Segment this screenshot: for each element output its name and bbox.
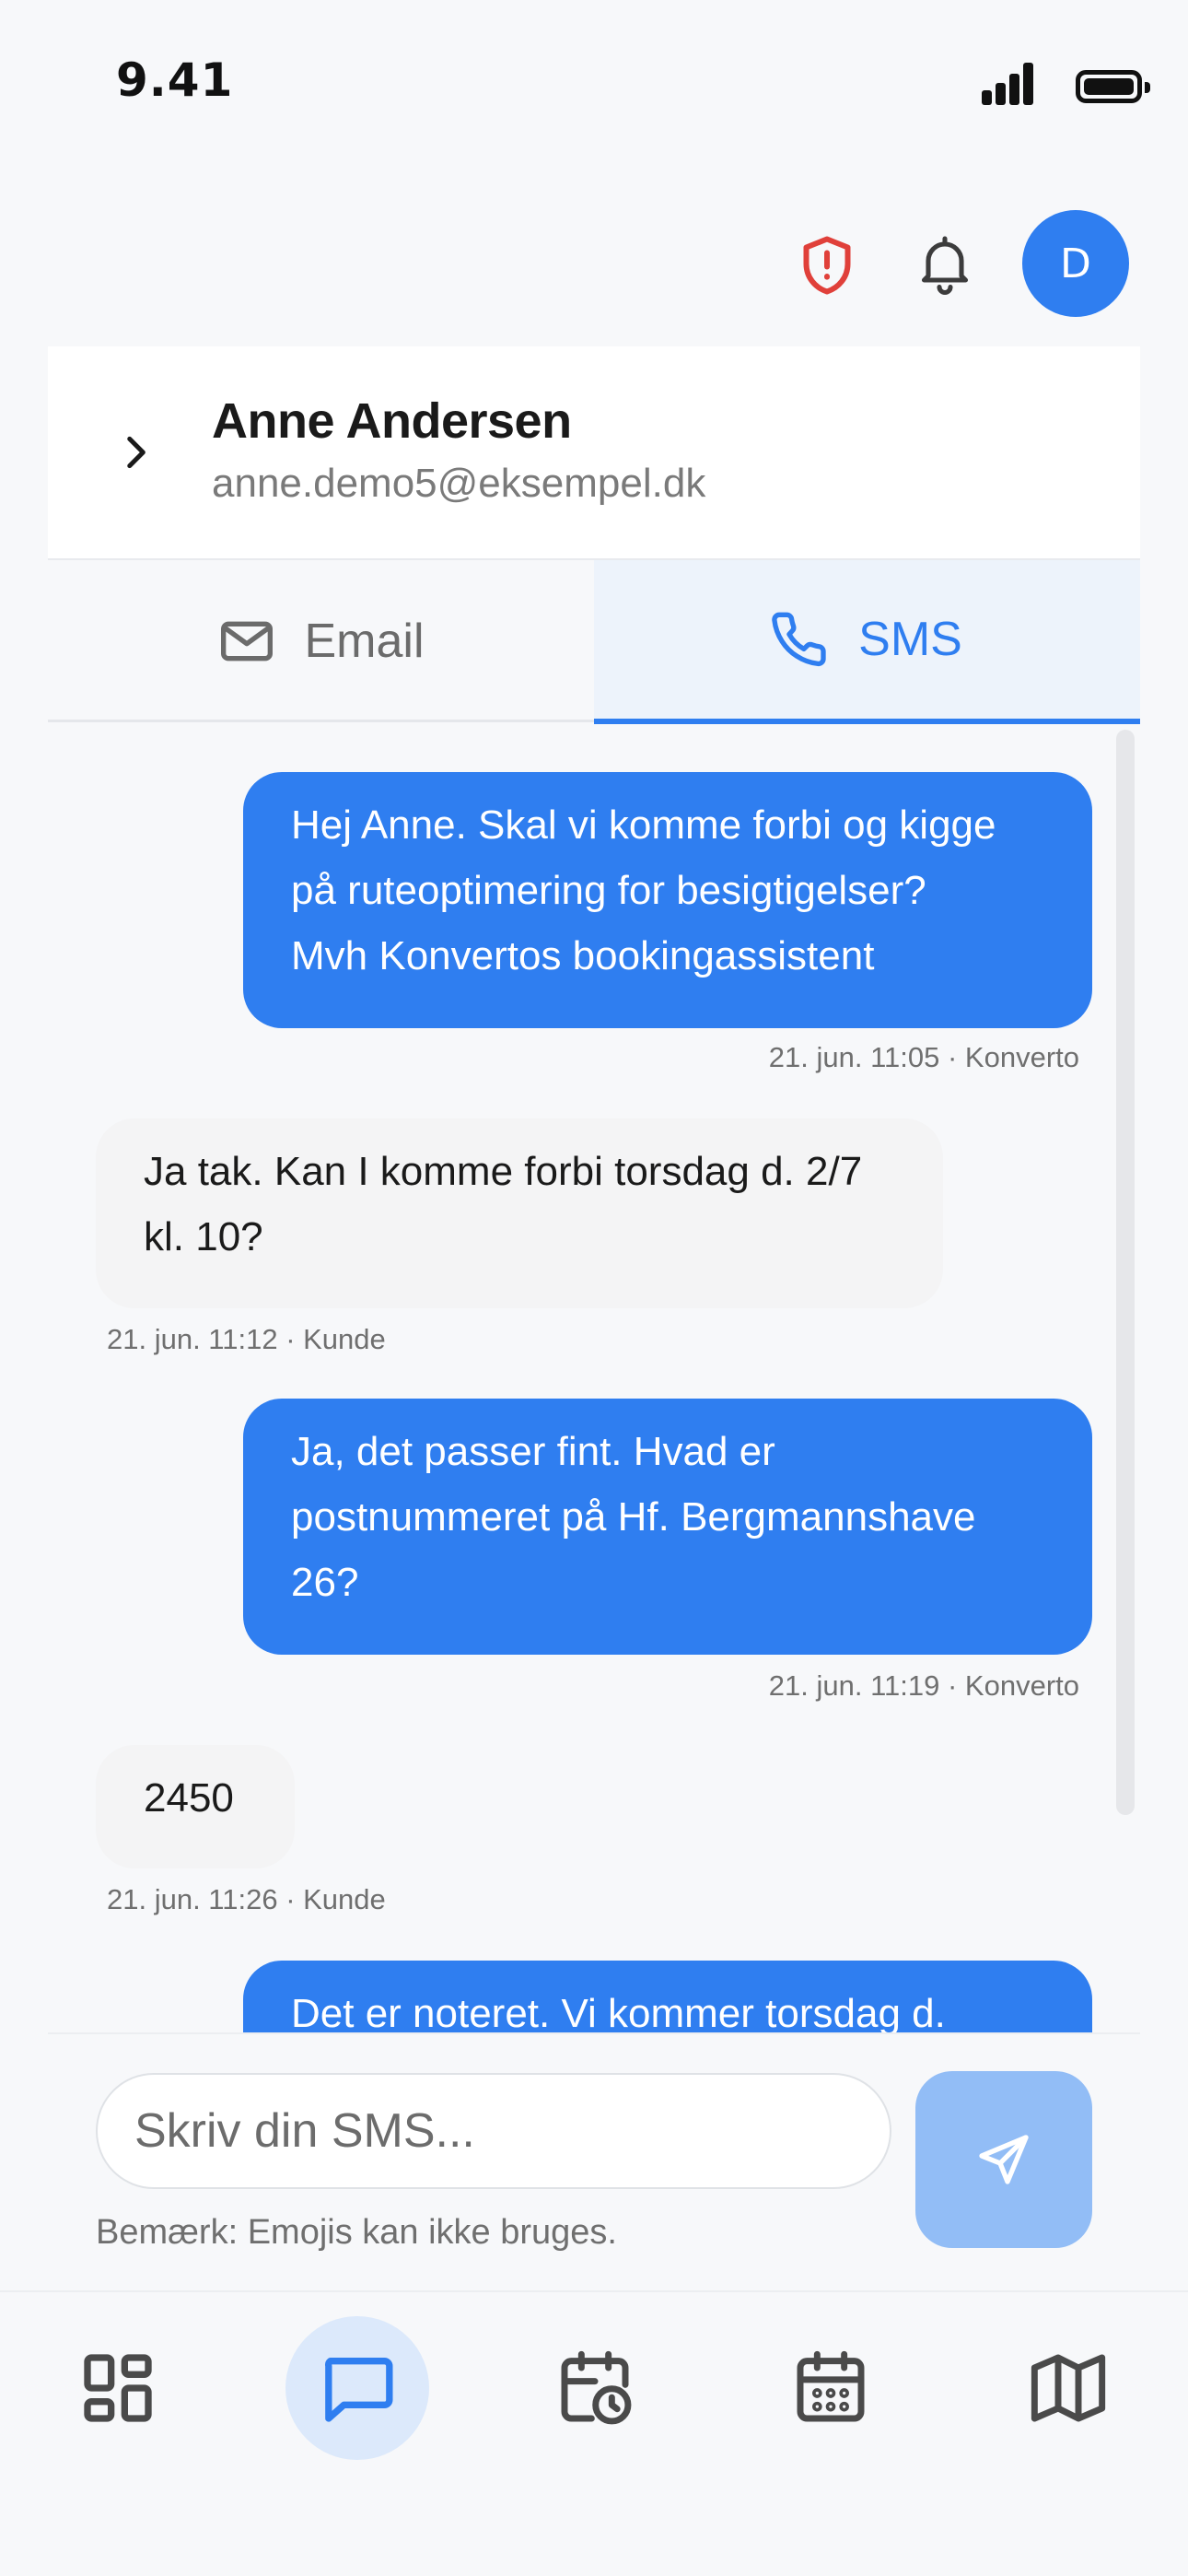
message-meta: 21. jun. 11:05 · Konverto xyxy=(768,1041,1079,1073)
shield-alert-icon[interactable] xyxy=(794,232,860,299)
send-button[interactable] xyxy=(915,2071,1092,2248)
dashboard-icon xyxy=(84,2354,152,2422)
sms-input[interactable] xyxy=(96,2073,891,2189)
chevron-right-icon[interactable] xyxy=(112,429,158,475)
channel-tabs: Email SMS xyxy=(48,558,1140,724)
tab-sms-label: SMS xyxy=(858,613,962,666)
nav-calendar[interactable] xyxy=(759,2316,903,2460)
avatar[interactable]: D xyxy=(1022,210,1129,317)
status-bar: 9.41 xyxy=(0,0,1188,138)
battery-icon xyxy=(1076,70,1150,103)
message-thread[interactable]: Hej Anne. Skal vi komme forbi og kigge p… xyxy=(48,722,1140,2032)
chat-icon xyxy=(325,2358,393,2422)
message-bubble-outgoing: Ja, det passer fint. Hvad er postnummere… xyxy=(243,1399,1092,1655)
status-time: 9.41 xyxy=(116,53,234,107)
tab-sms[interactable]: SMS xyxy=(594,560,1140,724)
map-icon xyxy=(1031,2354,1106,2422)
message-bubble-outgoing: Det er noteret. Vi kommer torsdag d. xyxy=(243,1961,1092,2032)
contact-name: Anne Andersen xyxy=(212,393,572,449)
message-meta: 21. jun. 11:26 · Kunde xyxy=(107,1883,386,1915)
message-meta: 21. jun. 11:19 · Konverto xyxy=(768,1669,1079,1702)
tab-email[interactable]: Email xyxy=(48,560,594,721)
scrollbar[interactable] xyxy=(1116,730,1135,1815)
message-meta: 21. jun. 11:12 · Kunde xyxy=(107,1323,386,1355)
signal-icon xyxy=(982,63,1035,105)
sms-composer: Bemærk: Emojis kan ikke bruges. xyxy=(48,2032,1140,2290)
calendar-icon xyxy=(797,2350,865,2422)
calendar-clock-icon xyxy=(561,2350,632,2425)
bottom-navigation xyxy=(0,2290,1188,2576)
phone-icon xyxy=(772,612,826,667)
nav-schedule[interactable] xyxy=(523,2316,667,2460)
message-bubble-incoming: Ja tak. Kan I komme forbi torsdag d. 2/7… xyxy=(96,1118,943,1308)
bell-icon[interactable] xyxy=(912,230,978,297)
header-actions: D xyxy=(0,208,1188,317)
message-bubble-outgoing: Hej Anne. Skal vi komme forbi og kigge p… xyxy=(243,772,1092,1028)
message-bubble-incoming: 2450 xyxy=(96,1745,295,1868)
tab-email-label: Email xyxy=(304,614,425,668)
emoji-note: Bemærk: Emojis kan ikke bruges. xyxy=(96,2213,617,2252)
send-icon xyxy=(979,2135,1029,2184)
nav-dashboard[interactable] xyxy=(46,2316,190,2460)
nav-messages[interactable] xyxy=(285,2316,429,2460)
contact-card[interactable]: Anne Andersen anne.demo5@eksempel.dk xyxy=(48,346,1140,558)
nav-map[interactable] xyxy=(996,2316,1140,2460)
contact-email: anne.demo5@eksempel.dk xyxy=(212,461,706,506)
mail-icon xyxy=(221,621,274,661)
